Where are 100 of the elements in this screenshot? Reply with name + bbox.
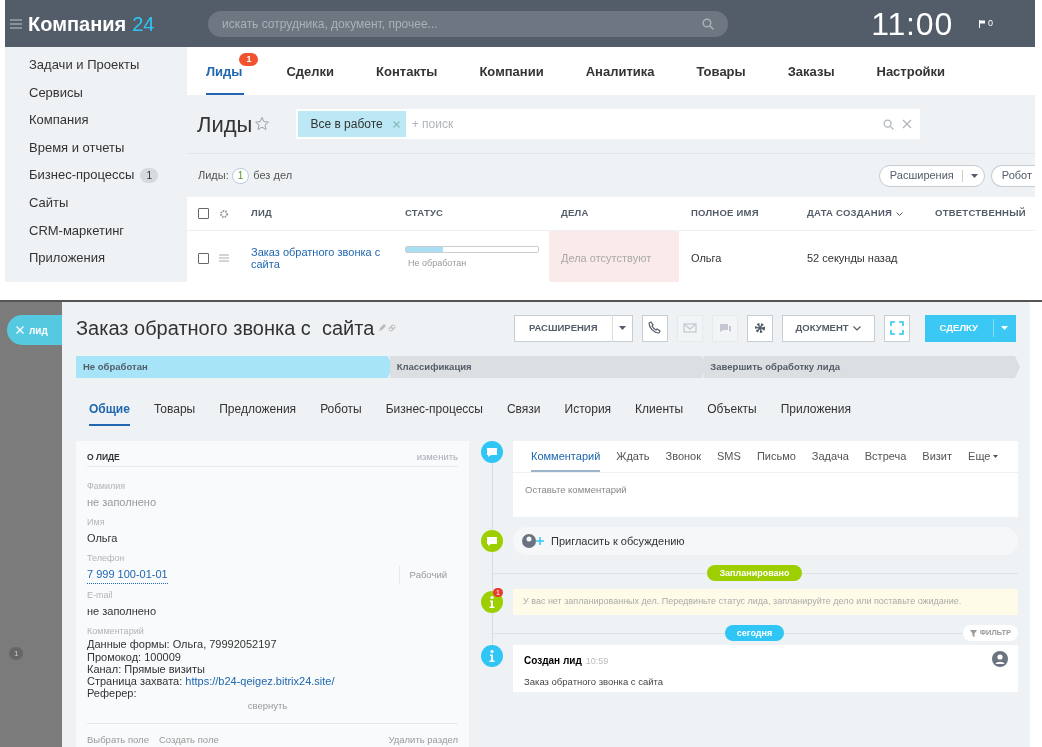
- column-header[interactable]: СТАТУС: [405, 206, 444, 221]
- mail-icon: [682, 321, 697, 335]
- comment-icon: [481, 441, 503, 463]
- toolbar-button[interactable]: Робот: [990, 164, 1035, 187]
- caret-icon: [993, 455, 999, 458]
- field-value: не заполнено: [87, 604, 158, 620]
- table-cell-text: 52 секунды назад: [806, 250, 899, 266]
- sidebar-item[interactable]: CRM-маркетинг: [29, 220, 125, 241]
- event-time: 10:59: [585, 655, 609, 668]
- sidebar-item[interactable]: Сайты: [29, 193, 69, 213]
- invite-button[interactable]: Пригласить к обсуждению: [513, 527, 1018, 555]
- toolbar-button[interactable]: Расширения: [878, 164, 985, 187]
- tab[interactable]: Контакты: [376, 47, 438, 95]
- add-user-icon: [521, 533, 545, 549]
- comment-placeholder[interactable]: Оставьте комментарий: [513, 473, 1018, 498]
- column-header[interactable]: ПОЛНОЕ ИМЯ: [691, 206, 759, 221]
- sidebar-item[interactable]: Компания: [29, 110, 89, 130]
- sidebar-item[interactable]: Бизнес-процессы: [29, 165, 135, 185]
- settings-button[interactable]: [746, 314, 773, 342]
- lead-link[interactable]: Заказ обратного звонка с сайта: [251, 246, 395, 270]
- planned-label: Запланировано: [707, 565, 802, 581]
- close-icon: [392, 120, 400, 128]
- field-label: E-mail: [87, 589, 114, 603]
- tab[interactable]: Бизнес-процессы: [385, 394, 483, 426]
- composer-tab[interactable]: Задача: [811, 443, 849, 472]
- tab[interactable]: История: [564, 394, 612, 426]
- pencil-icon[interactable]: [378, 324, 387, 332]
- lead-title: Заказ обратного звонка с сайта: [76, 316, 375, 341]
- column-header[interactable]: ОТВЕТСТВЕННЫЙ: [935, 206, 1026, 221]
- column-header[interactable]: ЛИД: [251, 206, 272, 221]
- tab[interactable]: Компании: [479, 47, 544, 95]
- filter-field[interactable]: Все в работе + поиск: [296, 109, 921, 139]
- logo-number: 24: [132, 11, 155, 37]
- composer-tab[interactable]: Письмо: [756, 443, 796, 472]
- chat-icon: [481, 530, 503, 552]
- document-button[interactable]: ДОКУМЕНТ: [781, 314, 875, 342]
- column-header[interactable]: ДАТА СОЗДАНИЯ: [807, 206, 904, 221]
- caret-icon: [1001, 326, 1008, 330]
- table-cell: Дела отсутствуют: [549, 231, 679, 282]
- stage-step[interactable]: Завершить обработку лида: [703, 356, 1020, 378]
- tab[interactable]: Связи: [506, 394, 541, 426]
- filter-chip[interactable]: Все в работе: [298, 111, 406, 137]
- close-icon[interactable]: [902, 119, 913, 129]
- tab[interactable]: Аналитика: [585, 47, 655, 95]
- link-icon[interactable]: [388, 324, 397, 332]
- composer-tab[interactable]: Встреча: [864, 443, 907, 472]
- stage-step[interactable]: Не обработан: [76, 356, 393, 378]
- user-icon: [992, 651, 1008, 667]
- composer-tab[interactable]: Визит: [922, 443, 953, 472]
- field-label: Фамилия: [87, 480, 127, 494]
- star-icon[interactable]: [254, 116, 271, 132]
- tab[interactable]: Роботы: [320, 394, 362, 426]
- composer-tab[interactable]: Еще: [968, 443, 999, 472]
- sidebar-item[interactable]: Задачи и Проекты: [29, 55, 140, 75]
- field-label: Комментарий: [87, 625, 145, 639]
- tab[interactable]: Общие: [89, 394, 130, 426]
- tab[interactable]: Клиенты: [635, 394, 684, 426]
- checkbox[interactable]: [198, 208, 209, 219]
- info-icon: [481, 645, 503, 667]
- caret-icon: [618, 326, 626, 330]
- logo-text: Компания: [28, 11, 127, 37]
- today-label: сегодня: [724, 625, 785, 641]
- clock: 11:00: [871, 4, 953, 44]
- sidebar-item[interactable]: Приложения: [29, 248, 106, 268]
- phone-button[interactable]: [641, 314, 668, 342]
- menu-icon[interactable]: [219, 254, 229, 262]
- tab[interactable]: Настройки: [876, 47, 946, 95]
- count-badge: 1: [9, 647, 24, 660]
- notification-count: 0: [988, 16, 993, 30]
- sidebar-item[interactable]: Время и отчеты: [29, 137, 125, 158]
- gear-icon[interactable]: [219, 208, 229, 219]
- chevron-icon: [852, 325, 861, 331]
- composer-tab[interactable]: SMS: [717, 443, 741, 472]
- notice-text: У вас нет запланированных дел. Передвиньте статус лида, запланируйте дело или поставьте ожидание.: [513, 589, 1018, 615]
- composer-tab[interactable]: Комментарий: [531, 443, 601, 472]
- extensions-button[interactable]: РАСШИРЕНИЯ: [513, 314, 633, 342]
- composer-tab[interactable]: Ждать: [616, 443, 650, 472]
- table-cell-text: Ольга: [690, 250, 723, 266]
- sidebar-item[interactable]: Сервисы: [29, 82, 83, 103]
- tab[interactable]: Объекты: [707, 394, 757, 426]
- tab[interactable]: Товары: [153, 394, 196, 426]
- field-label: Имя: [87, 516, 106, 530]
- info-icon: [481, 591, 503, 613]
- checkbox[interactable]: [198, 252, 209, 264]
- tab[interactable]: Сделки: [286, 47, 335, 95]
- column-header[interactable]: ДЕЛА: [561, 206, 589, 221]
- tab[interactable]: Заказы: [787, 47, 835, 95]
- expand-button[interactable]: [883, 314, 910, 342]
- field-label: Телефон: [87, 552, 126, 566]
- tab[interactable]: Приложения: [780, 394, 851, 426]
- count-badge: 1: [239, 53, 259, 66]
- flag-icon[interactable]: [979, 19, 985, 28]
- phone-link[interactable]: 7 999 100-01-01: [87, 565, 168, 585]
- composer-tab[interactable]: Звонок: [665, 443, 702, 472]
- tab[interactable]: Предложения: [219, 394, 297, 426]
- expand-icon: [889, 321, 904, 335]
- menu-icon[interactable]: [10, 18, 22, 29]
- tab[interactable]: Товары: [696, 47, 746, 95]
- status-label: Не обработан: [408, 256, 468, 270]
- url-link[interactable]: https://b24-qeigez.bitrix24.site/: [185, 675, 335, 688]
